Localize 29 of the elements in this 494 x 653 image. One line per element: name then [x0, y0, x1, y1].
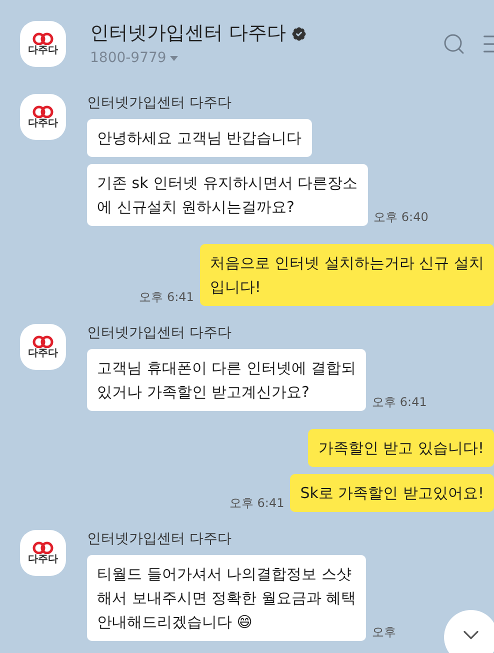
received-message: 안녕하세요 고객님 반갑습니다 — [87, 119, 312, 157]
logo-text: 다주다 — [28, 554, 58, 566]
logo-icon — [32, 540, 54, 554]
sent-message: 가족할인 받고 있습니다! — [308, 429, 494, 467]
message-time: 오후 6:40 — [374, 209, 428, 226]
logo-text: 다주다 — [28, 45, 58, 57]
chat-title: 인터넷가입센터 다주다 — [90, 21, 286, 46]
sender-name: 인터넷가입센터 다주다 — [87, 324, 232, 342]
received-message: 티월드 들어가셔서 나의결합정보 스샷 해서 보내주시면 정확한 월요금과 혜택 안내해드리겠습니다 😄 — [87, 555, 366, 641]
message-time: 오후 6:41 — [229, 495, 284, 512]
phone-number[interactable]: 1800-9779 — [90, 48, 166, 69]
message-time: 오후 — [372, 624, 396, 641]
message-time: 오후 6:41 — [372, 394, 427, 411]
logo-icon — [32, 334, 54, 348]
logo-icon — [32, 31, 54, 45]
received-message: 고객님 휴대폰이 다른 인터넷에 결합되 있거나 가족할인 받고계신가요? — [87, 349, 366, 411]
sent-message: 처음으로 인터넷 설치하는거라 신규 설치 입니다! — [200, 244, 494, 306]
search-icon[interactable] — [442, 32, 466, 56]
message-time: 오후 6:41 — [139, 289, 194, 306]
sent-message: Sk로 가족할인 받고있어요! — [290, 474, 494, 512]
sender-name: 인터넷가입센터 다주다 — [87, 94, 232, 112]
received-message: 기존 sk 인터넷 유지하시면서 다른장소 에 신규설치 원하시는걸까요? — [87, 164, 368, 226]
scroll-down-button[interactable] — [444, 610, 494, 653]
dropdown-icon[interactable] — [170, 56, 178, 61]
logo-icon — [32, 104, 54, 118]
logo-text: 다주다 — [28, 348, 58, 360]
sender-name: 인터넷가입센터 다주다 — [87, 530, 232, 548]
verified-icon — [290, 24, 308, 42]
logo-text: 다주다 — [28, 118, 58, 130]
